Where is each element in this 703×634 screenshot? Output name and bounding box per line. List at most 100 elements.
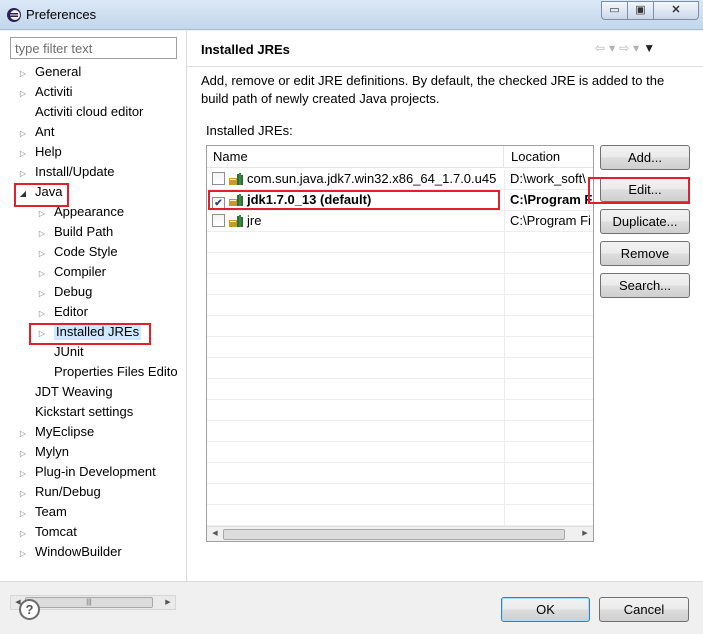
expand-arrow-icon[interactable]: ▷ xyxy=(37,284,47,304)
tree-item[interactable]: ▷ Run/Debug xyxy=(18,482,101,502)
tree-item[interactable]: JDT Weaving xyxy=(18,382,113,402)
expand-arrow-icon[interactable]: ▷ xyxy=(18,444,28,464)
tree-item[interactable]: ▷ WindowBuilder xyxy=(18,542,122,562)
tree-item[interactable]: ▷ Install/Update xyxy=(18,162,115,182)
expand-arrow-icon[interactable]: ▷ xyxy=(37,244,47,264)
jre-name: jre xyxy=(247,213,262,228)
installed-jres-page: Installed JREs ⇦▾⇨▾▼ Add, remove or edit… xyxy=(187,31,703,581)
add-button[interactable]: Add... xyxy=(600,145,690,170)
scroll-left-arrow-icon[interactable]: ◀ xyxy=(208,527,222,540)
tree-item[interactable]: Properties Files Edito xyxy=(37,362,178,382)
table-row xyxy=(207,379,593,400)
tree-item[interactable]: ▷ Build Path xyxy=(37,222,113,242)
forward-dropdown-icon[interactable]: ▾ xyxy=(633,41,643,55)
edit-button[interactable]: Edit... xyxy=(600,177,690,202)
expand-arrow-icon[interactable]: ▷ xyxy=(18,424,28,444)
column-separator xyxy=(504,337,505,357)
tree-item-label: General xyxy=(35,64,82,79)
tree-item[interactable]: ▷ Mylyn xyxy=(18,442,69,462)
collapse-arrow-icon[interactable]: ◢ xyxy=(18,184,28,204)
table-row[interactable]: jre C:\Program Fi xyxy=(207,211,593,232)
column-header-name[interactable]: Name xyxy=(207,146,504,168)
table-row xyxy=(207,337,593,358)
remove-button[interactable]: Remove xyxy=(600,241,690,266)
tree-item[interactable]: ▷ Tomcat xyxy=(18,522,77,542)
expand-arrow-icon[interactable]: ▷ xyxy=(18,464,28,484)
tree-item[interactable]: ◢ Java xyxy=(18,182,63,204)
tree-item[interactable]: ▷ Activiti xyxy=(18,82,73,102)
column-separator xyxy=(504,400,505,420)
expand-arrow-icon[interactable]: ▷ xyxy=(37,224,47,244)
jre-table[interactable]: Name Location com.sun.java.jdk7.win32.x8… xyxy=(206,145,594,542)
expand-arrow-icon[interactable]: ▷ xyxy=(37,324,47,344)
scroll-right-arrow-icon[interactable]: ▶ xyxy=(161,596,175,609)
close-button[interactable]: ✕ xyxy=(653,1,699,20)
scrollbar-thumb[interactable]: ||| xyxy=(25,597,153,608)
expand-arrow-icon[interactable]: ▷ xyxy=(18,504,28,524)
expand-arrow-icon[interactable]: ▷ xyxy=(18,124,28,144)
expand-arrow-icon[interactable]: ▷ xyxy=(18,524,28,544)
table-row[interactable]: ✔ jdk1.7.0_13 (default) C:\Program Files xyxy=(207,190,593,211)
scrollbar-thumb[interactable] xyxy=(223,529,565,540)
page-navigation: ⇦▾⇨▾▼ xyxy=(595,41,659,55)
table-header: Name Location xyxy=(207,146,593,168)
expand-arrow-icon[interactable]: ▷ xyxy=(18,84,28,104)
tree-item[interactable]: ▷ General xyxy=(18,62,81,82)
tree-item[interactable]: ▷ Appearance xyxy=(37,202,124,222)
jre-default-checkbox[interactable]: ✔ xyxy=(212,197,225,210)
back-arrow-icon[interactable]: ⇦ xyxy=(595,41,609,55)
expand-arrow-icon[interactable]: ▷ xyxy=(18,64,28,84)
tree-item[interactable]: Kickstart settings xyxy=(18,402,133,422)
tree-item-label: Debug xyxy=(54,284,93,299)
tree-item[interactable]: ▷ Compiler xyxy=(37,262,106,282)
jre-location-cell: D:\work_soft\ xyxy=(510,171,586,186)
duplicate-button[interactable]: Duplicate... xyxy=(600,209,690,234)
column-separator xyxy=(504,232,505,252)
expand-arrow-icon[interactable]: ▷ xyxy=(37,304,47,324)
search-button[interactable]: Search... xyxy=(600,273,690,298)
expand-arrow-icon[interactable]: ▷ xyxy=(18,484,28,504)
tree-item[interactable]: ▷ Help xyxy=(18,142,62,162)
column-separator xyxy=(504,295,505,315)
maximize-button[interactable]: ▣ xyxy=(627,1,654,20)
table-row xyxy=(207,463,593,484)
cancel-button[interactable]: Cancel xyxy=(599,597,689,622)
table-row xyxy=(207,295,593,316)
tree-item[interactable]: JUnit xyxy=(37,342,84,362)
tree-item[interactable]: Activiti cloud editor xyxy=(18,102,143,122)
tree-item[interactable]: ▷ Code Style xyxy=(37,242,118,262)
jre-default-checkbox[interactable] xyxy=(212,172,225,185)
tree-item-label: JDT Weaving xyxy=(35,384,113,399)
tree-item[interactable]: ▷ Installed JREs xyxy=(37,322,142,344)
tree-item[interactable]: ▷ Team xyxy=(18,502,67,522)
jre-name: com.sun.java.jdk7.win32.x86_64_1.7.0.u45 xyxy=(247,171,497,186)
tree-item[interactable]: ▷ Debug xyxy=(37,282,92,302)
tree-item-label: Properties Files Edito xyxy=(54,364,178,379)
forward-arrow-icon[interactable]: ⇨ xyxy=(619,41,633,55)
help-icon[interactable]: ? xyxy=(19,599,40,620)
jre-location-cell: C:\Program Files xyxy=(510,192,593,207)
expand-arrow-icon[interactable]: ▷ xyxy=(37,264,47,284)
column-header-location[interactable]: Location xyxy=(505,146,593,168)
tree-item[interactable]: ▷ Editor xyxy=(37,302,88,322)
tree-item[interactable]: ▷ Plug-in Development xyxy=(18,462,156,482)
back-dropdown-icon[interactable]: ▾ xyxy=(609,41,619,55)
minimize-button[interactable]: ▭ xyxy=(601,1,628,20)
expand-arrow-icon[interactable]: ▷ xyxy=(18,544,28,564)
scroll-right-arrow-icon[interactable]: ▶ xyxy=(578,527,592,540)
filter-input[interactable] xyxy=(10,37,177,59)
expand-arrow-icon[interactable]: ▷ xyxy=(37,204,47,224)
tree-item[interactable]: ▷ MyEclipse xyxy=(18,422,94,442)
table-row[interactable]: com.sun.java.jdk7.win32.x86_64_1.7.0.u45… xyxy=(207,169,593,190)
table-horizontal-scrollbar[interactable]: ◀ ▶ xyxy=(207,526,593,541)
expand-arrow-icon[interactable]: ▷ xyxy=(18,144,28,164)
jre-default-checkbox[interactable] xyxy=(212,214,225,227)
preference-navigation-panel: ▷ General ▷ Activiti Activiti cloud editor ▷ A… xyxy=(0,31,186,610)
view-menu-icon[interactable]: ▼ xyxy=(643,41,659,55)
column-separator xyxy=(504,505,505,525)
ok-button[interactable]: OK xyxy=(501,597,590,622)
column-separator xyxy=(504,442,505,462)
tree-item[interactable]: ▷ Ant xyxy=(18,122,55,142)
expand-arrow-icon[interactable]: ▷ xyxy=(18,164,28,184)
tree-item-label: Installed JREs xyxy=(54,323,142,340)
